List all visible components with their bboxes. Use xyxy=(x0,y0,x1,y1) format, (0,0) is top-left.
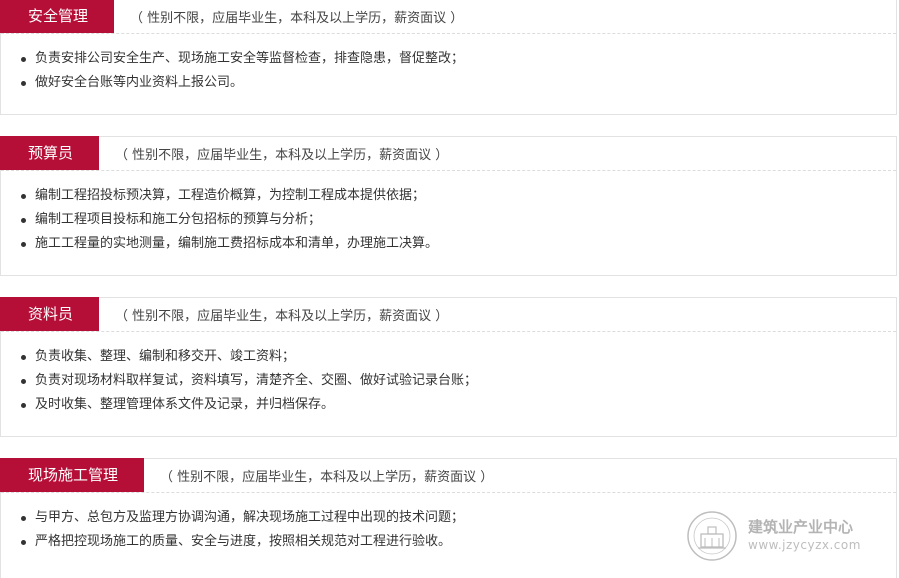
watermark: 建筑业产业中心 www.jzycyzx.com xyxy=(686,508,876,564)
watermark-url: www.jzycyzx.com xyxy=(748,538,861,552)
job-requirements: （ 性别不限，应届毕业生，本科及以上学历，薪资面议 ） xyxy=(160,470,494,485)
job-header: 安全管理 （ 性别不限，应届毕业生，本科及以上学历，薪资面议 ） xyxy=(0,0,896,34)
job-title: 安全管理 xyxy=(0,0,115,33)
job-requirements: （ 性别不限，应届毕业生，本科及以上学历，薪资面议 ） xyxy=(130,11,464,26)
job-duty-item: 编制工程招投标预决算，工程造价概算，为控制工程成本提供依据； xyxy=(21,184,896,208)
job-header: 资料员 （ 性别不限，应届毕业生，本科及以上学历，薪资面议 ） xyxy=(0,297,896,332)
job-duties-list: 负责收集、整理、编制和移交开、竣工资料； 负责对现场材料取样复试，资料填写，清楚… xyxy=(1,332,896,417)
job-duty-item: 编制工程项目投标和施工分包招标的预算与分析； xyxy=(21,208,896,232)
job-title: 资料员 xyxy=(0,297,100,331)
job-duty-item: 负责安排公司安全生产、现场施工安全等监督检查，排查隐患，督促整改； xyxy=(21,47,896,71)
watermark-name: 建筑业产业中心 xyxy=(748,518,854,536)
job-duty-item: 负责对现场材料取样复试，资料填写，清楚齐全、交圈、做好试验记录台账； xyxy=(21,369,896,393)
job-duty-item: 负责收集、整理、编制和移交开、竣工资料； xyxy=(21,345,896,369)
job-card-safety-management: 安全管理 （ 性别不限，应届毕业生，本科及以上学历，薪资面议 ） 负责安排公司安… xyxy=(0,0,897,115)
job-duty-item: 做好安全台账等内业资料上报公司。 xyxy=(21,71,896,95)
job-requirements: （ 性别不限，应届毕业生，本科及以上学历，薪资面议 ） xyxy=(115,148,449,163)
job-title: 现场施工管理 xyxy=(0,458,145,492)
job-header: 现场施工管理 （ 性别不限，应届毕业生，本科及以上学历，薪资面议 ） xyxy=(0,458,896,493)
job-duties-list: 负责安排公司安全生产、现场施工安全等监督检查，排查隐患，督促整改； 做好安全台账… xyxy=(1,34,896,95)
job-duty-item: 施工工程量的实地测量，编制施工费招标成本和清单，办理施工决算。 xyxy=(21,232,896,256)
job-card-document-clerk: 资料员 （ 性别不限，应届毕业生，本科及以上学历，薪资面议 ） 负责收集、整理、… xyxy=(0,297,897,437)
job-duty-item: 及时收集、整理管理体系文件及记录，并归档保存。 xyxy=(21,393,896,417)
job-header: 预算员 （ 性别不限，应届毕业生，本科及以上学历，薪资面议 ） xyxy=(0,136,896,171)
job-requirements: （ 性别不限，应届毕业生，本科及以上学历，薪资面议 ） xyxy=(115,309,449,324)
job-duties-list: 编制工程招投标预决算，工程造价概算，为控制工程成本提供依据； 编制工程项目投标和… xyxy=(1,171,896,256)
job-card-budgeter: 预算员 （ 性别不限，应届毕业生，本科及以上学历，薪资面议 ） 编制工程招投标预… xyxy=(0,136,897,276)
job-title: 预算员 xyxy=(0,136,100,170)
building-seal-icon xyxy=(687,511,737,561)
